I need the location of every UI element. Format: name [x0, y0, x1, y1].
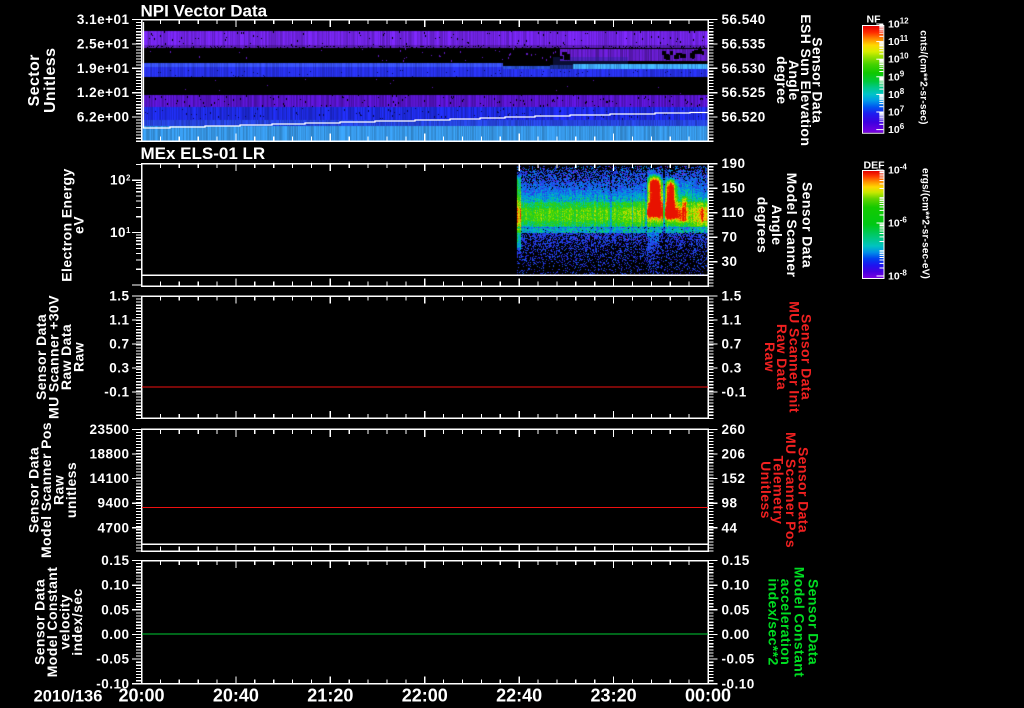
svg-text:degree: degree — [774, 56, 790, 104]
svg-text:1.2e+01: 1.2e+01 — [77, 85, 130, 100]
svg-text:23:20: 23:20 — [591, 686, 637, 706]
svg-text:1.1: 1.1 — [109, 313, 129, 328]
svg-text:56.530: 56.530 — [722, 61, 766, 76]
svg-text:10-8: 10-8 — [888, 269, 907, 283]
svg-text:0.05: 0.05 — [101, 602, 129, 617]
svg-text:Raw: Raw — [762, 342, 778, 372]
svg-text:152: 152 — [722, 471, 746, 486]
svg-text:44: 44 — [722, 520, 738, 535]
svg-text:109: 109 — [888, 69, 905, 83]
svg-text:1.1: 1.1 — [722, 313, 742, 328]
svg-text:4700: 4700 — [97, 520, 129, 535]
svg-text:1010: 1010 — [888, 52, 909, 66]
svg-text:0.7: 0.7 — [722, 337, 742, 352]
svg-text:-0.05: -0.05 — [722, 652, 755, 667]
svg-text:cnts/(cm**2-sr-sec): cnts/(cm**2-sr-sec) — [917, 30, 928, 124]
svg-text:18800: 18800 — [89, 447, 129, 462]
svg-text:eV: eV — [71, 216, 87, 234]
svg-text:3.1e+01: 3.1e+01 — [77, 12, 130, 27]
svg-text:Sector: Sector — [26, 54, 43, 106]
svg-text:0.10: 0.10 — [101, 578, 129, 593]
svg-text:0.05: 0.05 — [722, 602, 750, 617]
svg-text:Sensor Data: Sensor Data — [799, 182, 815, 268]
svg-text:22:40: 22:40 — [496, 686, 542, 706]
svg-text:index/sec: index/sec — [69, 588, 85, 655]
svg-text:108: 108 — [888, 87, 905, 101]
svg-text:0.7: 0.7 — [109, 337, 129, 352]
svg-text:1012: 1012 — [888, 17, 909, 31]
svg-text:0.3: 0.3 — [722, 361, 742, 376]
svg-text:56.520: 56.520 — [722, 110, 766, 125]
svg-text:1.5: 1.5 — [722, 289, 742, 304]
svg-text:30: 30 — [722, 254, 738, 269]
svg-text:2.5e+01: 2.5e+01 — [77, 37, 130, 52]
svg-text:56.535: 56.535 — [722, 37, 766, 52]
svg-text:9400: 9400 — [97, 496, 129, 511]
svg-text:23500: 23500 — [89, 422, 129, 437]
svg-text:-0.05: -0.05 — [96, 652, 129, 667]
svg-text:0.3: 0.3 — [109, 361, 129, 376]
svg-text:106: 106 — [888, 122, 905, 136]
svg-text:14100: 14100 — [89, 471, 129, 486]
svg-text:190: 190 — [722, 156, 746, 171]
svg-text:0.10: 0.10 — [722, 578, 750, 593]
svg-text:21:20: 21:20 — [307, 686, 353, 706]
svg-text:0.00: 0.00 — [722, 627, 750, 642]
svg-text:MEx ELS-01 LR: MEx ELS-01 LR — [141, 144, 266, 163]
svg-text:ergs/(cm**2-sr-sec-eV): ergs/(cm**2-sr-sec-eV) — [919, 168, 930, 279]
svg-text:NPI Vector Data: NPI Vector Data — [141, 2, 268, 21]
svg-text:6.2e+00: 6.2e+00 — [77, 110, 130, 125]
svg-text:20:00: 20:00 — [118, 686, 164, 706]
svg-text:10-4: 10-4 — [888, 163, 907, 177]
svg-text:2010/136: 2010/136 — [34, 688, 103, 706]
svg-text:00:00: 00:00 — [685, 686, 731, 706]
svg-text:Unitless: Unitless — [42, 48, 59, 113]
svg-text:56.540: 56.540 — [722, 12, 766, 27]
svg-text:56.525: 56.525 — [722, 85, 766, 100]
svg-text:206: 206 — [722, 447, 746, 462]
svg-text:102: 102 — [110, 173, 131, 188]
svg-text:1.5: 1.5 — [109, 289, 129, 304]
svg-text:22:00: 22:00 — [402, 686, 448, 706]
svg-text:DEF: DEF — [864, 160, 886, 172]
svg-text:1.9e+01: 1.9e+01 — [77, 61, 130, 76]
svg-text:98: 98 — [722, 496, 738, 511]
svg-text:150: 150 — [722, 181, 746, 196]
svg-text:index/sec**2: index/sec**2 — [765, 578, 781, 665]
svg-text:degrees: degrees — [754, 197, 770, 254]
svg-text:70: 70 — [722, 230, 738, 245]
svg-text:NF: NF — [867, 14, 882, 26]
svg-text:Raw: Raw — [71, 342, 87, 372]
svg-text:-0.1: -0.1 — [104, 385, 129, 400]
svg-text:110: 110 — [722, 205, 745, 220]
svg-text:20:40: 20:40 — [213, 686, 259, 706]
svg-text:Model Scanner: Model Scanner — [784, 173, 800, 278]
svg-text:0.15: 0.15 — [722, 553, 750, 568]
svg-text:unitless: unitless — [63, 462, 79, 518]
svg-text:10-6: 10-6 — [888, 216, 907, 230]
svg-text:Unitless: Unitless — [758, 461, 774, 519]
svg-text:-0.1: -0.1 — [722, 385, 747, 400]
svg-text:1011: 1011 — [888, 34, 909, 48]
svg-text:0.00: 0.00 — [101, 627, 129, 642]
svg-text:260: 260 — [722, 422, 746, 437]
svg-text:0.15: 0.15 — [101, 553, 129, 568]
svg-text:107: 107 — [888, 105, 905, 119]
svg-text:101: 101 — [110, 225, 131, 240]
